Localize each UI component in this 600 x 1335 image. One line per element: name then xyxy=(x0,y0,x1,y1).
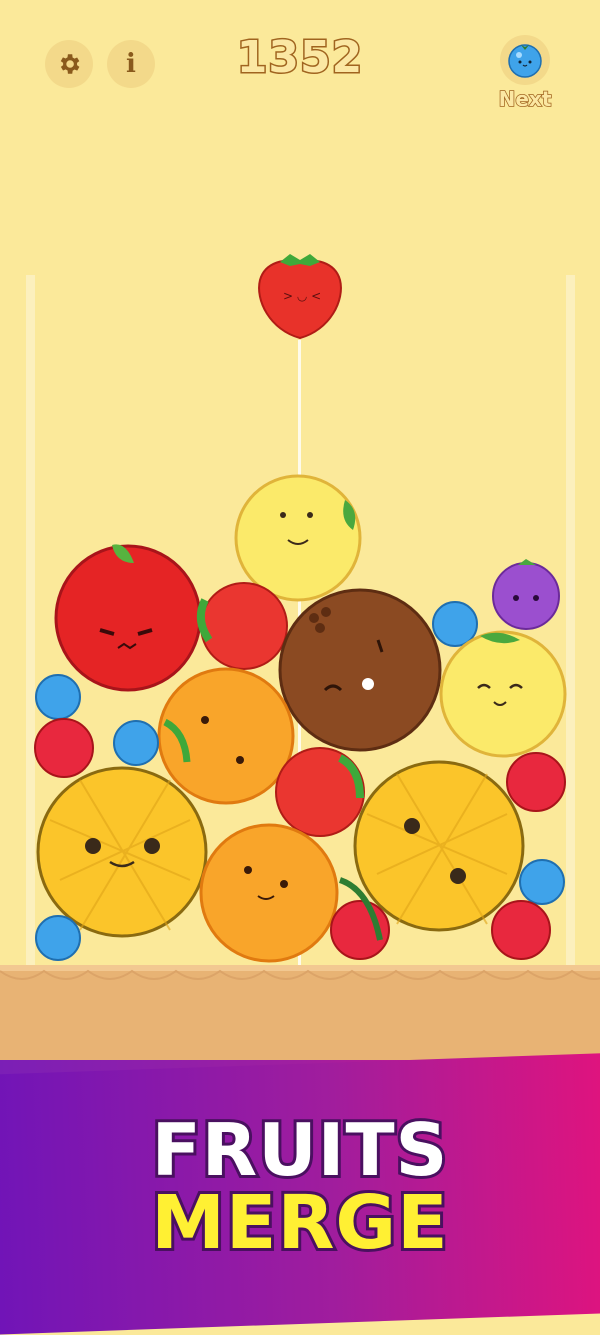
fruit-blueberry-a[interactable] xyxy=(432,601,478,647)
fruit-blueberry-e[interactable] xyxy=(35,915,81,961)
fruit-melon-right[interactable] xyxy=(353,760,525,932)
fruit-blueberry-d[interactable] xyxy=(519,859,565,905)
fruit-strawberry-low[interactable] xyxy=(275,747,365,837)
fruit-orange-bottom[interactable] xyxy=(199,823,339,963)
fruit-melon-left[interactable] xyxy=(36,766,208,938)
fruit-strawberry-mid[interactable] xyxy=(196,582,288,670)
fruit-grapefruit-right[interactable] xyxy=(439,630,567,758)
fruit-cherry-d[interactable] xyxy=(491,900,551,960)
fruit-blueberry-c[interactable] xyxy=(113,720,159,766)
fruit-strawberry-dropping[interactable]: > ◡ < xyxy=(258,254,342,340)
fruit-blueberry-b[interactable] xyxy=(35,674,81,720)
fruit-grape[interactable] xyxy=(492,559,560,630)
fruit-apple[interactable] xyxy=(54,544,202,692)
fruit-container: > ◡ < xyxy=(34,254,567,963)
fruit-cherry-b[interactable] xyxy=(506,752,566,812)
fruit-orange-mid[interactable] xyxy=(157,667,295,805)
fruit-coconut[interactable] xyxy=(278,588,442,752)
fruit-grapefruit-top[interactable] xyxy=(234,474,362,602)
promo-title-line2: MERGE xyxy=(148,1177,450,1269)
svg-text:> ◡ <: > ◡ < xyxy=(283,289,321,303)
fruit-cherry-a[interactable] xyxy=(34,718,94,778)
